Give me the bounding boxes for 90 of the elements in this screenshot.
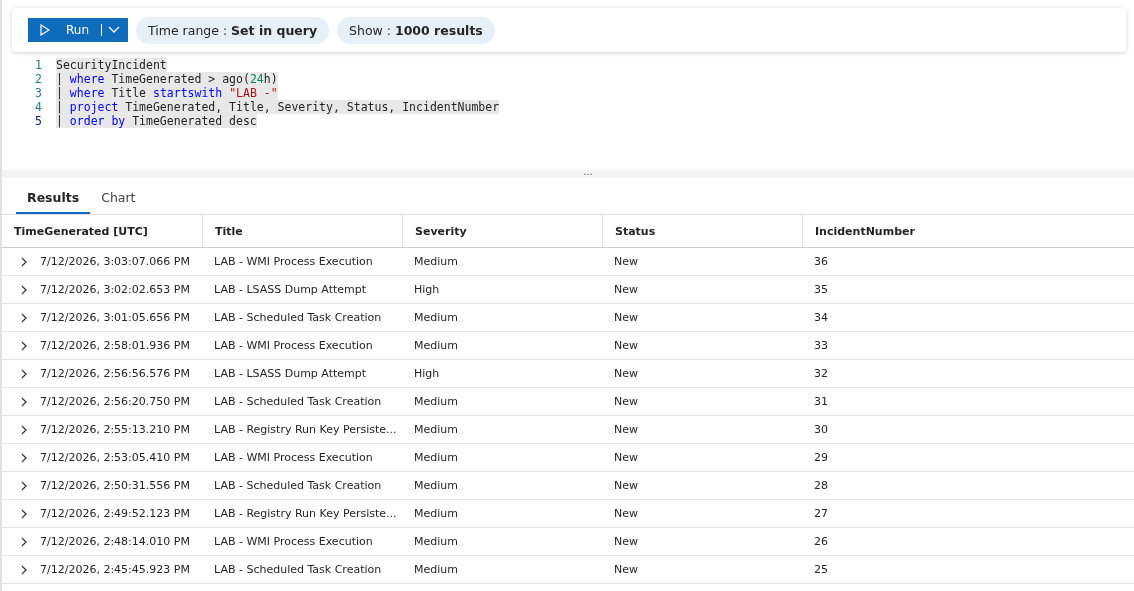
results-tab[interactable]: Results	[16, 184, 91, 214]
chevron-right-icon[interactable]	[20, 312, 28, 323]
table-cell: LAB - WMI Process Execution	[214, 339, 373, 352]
chevron-right-icon[interactable]	[20, 564, 28, 575]
table-cell: 31	[814, 395, 828, 408]
table-cell: LAB - WMI Process Execution	[214, 535, 373, 548]
chevron-right-icon[interactable]	[20, 256, 28, 267]
table-cell: 33	[814, 339, 828, 352]
table-cell: New	[614, 535, 638, 548]
table-cell: 7/12/2026, 2:58:01.936 PM	[40, 339, 190, 352]
column-header[interactable]: Title	[202, 215, 402, 248]
table-cell: 30	[814, 423, 828, 436]
table-cell: 7/12/2026, 2:56:20.750 PM	[40, 395, 190, 408]
table-cell: 7/12/2026, 3:02:02.653 PM	[40, 283, 190, 296]
chevron-right-icon[interactable]	[20, 424, 28, 435]
line-number: 5	[34, 114, 43, 128]
table-cell: New	[614, 255, 638, 268]
line-number: 2	[34, 72, 43, 86]
table-cell: 7/12/2026, 2:45:45.923 PM	[40, 563, 190, 576]
column-header[interactable]: TimeGenerated [UTC]	[2, 215, 202, 248]
table-cell: 7/12/2026, 2:49:52.123 PM	[40, 507, 190, 520]
table-cell: New	[614, 423, 638, 436]
table-cell: Medium	[414, 479, 458, 492]
results-tab[interactable]: Chart	[90, 184, 147, 214]
table-cell: New	[614, 451, 638, 464]
table-cell: LAB - Scheduled Task Creation	[214, 563, 382, 576]
table-cell: 7/12/2026, 2:56:56.576 PM	[40, 367, 190, 380]
table-cell: New	[614, 367, 638, 380]
table-cell: Medium	[414, 535, 458, 548]
table-cell: Medium	[414, 311, 458, 324]
column-header[interactable]: IncidentNumber	[802, 215, 1134, 248]
chevron-right-icon[interactable]	[20, 536, 28, 547]
table-cell: Medium	[414, 395, 458, 408]
table-cell: 32	[814, 367, 828, 380]
play-icon	[40, 24, 50, 36]
query-option-pill[interactable]: Show : 1000 results	[337, 16, 495, 44]
table-cell: 28	[814, 479, 828, 492]
table-cell: LAB - WMI Process Execution	[214, 255, 373, 268]
table-cell: Medium	[414, 507, 458, 520]
table-cell: New	[614, 283, 638, 296]
column-header[interactable]: Severity	[402, 215, 602, 248]
table-cell: LAB - Scheduled Task Creation	[214, 311, 382, 324]
table-cell: LAB - Registry Run Key Persiste...	[214, 423, 397, 436]
table-cell: New	[614, 563, 638, 576]
table-cell: 7/12/2026, 2:53:05.410 PM	[40, 451, 190, 464]
chevron-right-icon[interactable]	[20, 396, 28, 407]
table-cell: 7/12/2026, 2:48:14.010 PM	[40, 535, 190, 548]
table-cell: New	[614, 339, 638, 352]
chevron-down-icon	[108, 26, 120, 34]
table-cell: Medium	[414, 423, 458, 436]
table-cell: New	[614, 479, 638, 492]
table-cell: 29	[814, 451, 828, 464]
table-cell: LAB - Registry Run Key Persiste...	[214, 507, 397, 520]
table-cell: 36	[814, 255, 828, 268]
line-number: 1	[34, 58, 43, 72]
table-cell: Medium	[414, 339, 458, 352]
table-cell: Medium	[414, 255, 458, 268]
column-header[interactable]: Status	[602, 215, 802, 248]
pane-splitter[interactable]: ...	[2, 170, 1134, 178]
table-cell: 7/12/2026, 2:50:31.556 PM	[40, 479, 190, 492]
table-cell: 26	[814, 535, 828, 548]
table-cell: LAB - LSASS Dump Attempt	[214, 367, 367, 380]
table-cell: 34	[814, 311, 828, 324]
chevron-right-icon[interactable]	[20, 508, 28, 519]
table-cell: 27	[814, 507, 828, 520]
chevron-right-icon[interactable]	[20, 340, 28, 351]
chevron-right-icon[interactable]	[20, 284, 28, 295]
table-cell: 7/12/2026, 3:01:05.656 PM	[40, 311, 190, 324]
table-cell: LAB - Scheduled Task Creation	[214, 479, 382, 492]
line-number: 3	[34, 86, 43, 100]
table-cell: 7/12/2026, 2:55:13.210 PM	[40, 423, 190, 436]
table-cell: High	[414, 283, 440, 296]
table-cell: LAB - WMI Process Execution	[214, 451, 373, 464]
table-cell: LAB - Scheduled Task Creation	[214, 395, 382, 408]
table-cell: Medium	[414, 451, 458, 464]
table-cell: Medium	[414, 563, 458, 576]
line-number: 4	[34, 100, 43, 114]
table-cell: New	[614, 311, 638, 324]
table-cell: 7/12/2026, 3:03:07.066 PM	[40, 255, 190, 268]
table-cell: New	[614, 395, 638, 408]
table-cell: New	[614, 507, 638, 520]
table-cell: 25	[814, 563, 828, 576]
chevron-right-icon[interactable]	[20, 480, 28, 491]
run-button[interactable]: Run	[28, 18, 128, 42]
chevron-right-icon[interactable]	[20, 368, 28, 379]
table-cell: LAB - LSASS Dump Attempt	[214, 283, 367, 296]
table-cell: High	[414, 367, 440, 380]
table-cell: 35	[814, 283, 828, 296]
chevron-right-icon[interactable]	[20, 452, 28, 463]
query-option-pill[interactable]: Time range : Set in query	[136, 16, 330, 44]
